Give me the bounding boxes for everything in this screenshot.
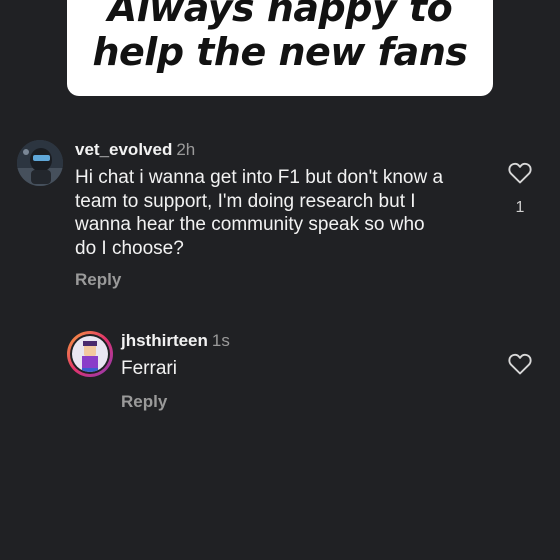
username[interactable]: jhsthirteen bbox=[121, 331, 208, 350]
banner-line-1: Always happy to bbox=[107, 0, 453, 30]
caption-banner: Always happy to help the new fans bbox=[67, 0, 493, 96]
comment-text: Hi chat i wanna get into F1 but don't kn… bbox=[75, 166, 495, 260]
heart-icon[interactable] bbox=[508, 162, 532, 184]
comment-header: jhsthirteen 1s bbox=[121, 331, 230, 351]
avatar[interactable] bbox=[67, 331, 113, 377]
comment-text-line: wanna hear the community speak so who bbox=[75, 214, 425, 235]
banner-line-2: help the new fans bbox=[92, 30, 468, 74]
like-count: 1 bbox=[515, 199, 525, 216]
comment-text-line: do I choose? bbox=[75, 237, 184, 259]
heart-icon[interactable] bbox=[508, 353, 532, 375]
avatar-figure-image bbox=[72, 336, 108, 372]
avatar-helmet-image bbox=[17, 140, 63, 186]
comment-text-line: Hi chat i wanna get into F1 but don't kn… bbox=[75, 167, 444, 188]
avatar[interactable] bbox=[17, 140, 63, 186]
username[interactable]: vet_evolved bbox=[75, 140, 172, 159]
comment-text-line: team to support, I'm doing research but … bbox=[75, 190, 416, 212]
timestamp: 1s bbox=[211, 331, 230, 350]
comment-header: vet_evolved 2h bbox=[75, 140, 195, 160]
reply-button[interactable]: Reply bbox=[75, 270, 121, 290]
comment-text: Ferrari bbox=[121, 358, 177, 379]
timestamp: 2h bbox=[176, 140, 196, 159]
reply-button[interactable]: Reply bbox=[121, 392, 167, 412]
